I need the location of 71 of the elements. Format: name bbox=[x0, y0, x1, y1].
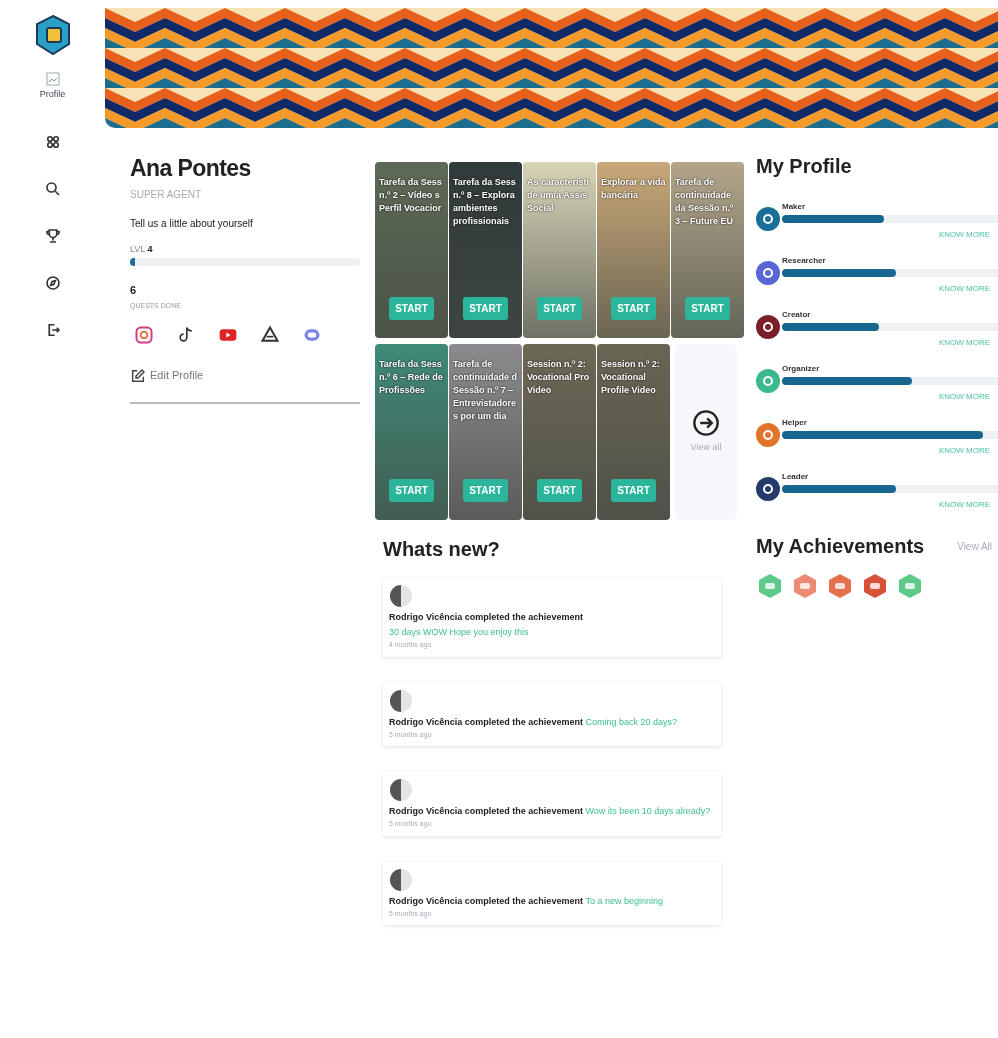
achievement-link[interactable]: 30 days WOW Hope you enjoy this bbox=[389, 627, 529, 637]
quest-card[interactable]: Explorar a vida bancária START bbox=[597, 162, 670, 338]
start-button[interactable]: START bbox=[537, 479, 582, 502]
start-button[interactable]: START bbox=[389, 297, 434, 320]
start-button[interactable]: START bbox=[611, 297, 656, 320]
logo-icon[interactable] bbox=[34, 14, 71, 58]
quest-title: Session n.º 2: Vocational Pro Video bbox=[527, 358, 591, 397]
quest-title: Explorar a vida bancária bbox=[601, 176, 666, 202]
start-button[interactable]: START bbox=[611, 479, 656, 502]
quest-title: As característi de um/a Assis Social bbox=[527, 176, 591, 215]
quest-card[interactable]: Tarefa de continuidade d Sessão n.º 7 – Entrevistadores por um dia START bbox=[449, 344, 522, 520]
arrow-right-icon bbox=[692, 409, 720, 438]
avatar-icon bbox=[389, 584, 413, 608]
know-more-link[interactable]: KNOW MORE bbox=[938, 445, 990, 457]
quest-title: Session n.º 2: Vocational Profile Video bbox=[601, 358, 661, 397]
trait-name: Leader bbox=[782, 471, 810, 483]
achievement-link[interactable]: To a new beginning bbox=[585, 895, 663, 906]
profile-nav-link[interactable]: Profile bbox=[39, 88, 66, 102]
avatar-icon bbox=[389, 867, 413, 892]
achievement-link[interactable]: Coming back 20 days? bbox=[585, 716, 677, 727]
edit-icon bbox=[130, 367, 146, 384]
quest-card[interactable]: Tarefa de continuidade da Sessão n.º 3 – Future EU START bbox=[671, 162, 744, 338]
bio-prompt[interactable]: Tell us a little about yourself bbox=[130, 215, 360, 231]
quest-card[interactable]: As característi de um/a Assis Social START bbox=[523, 162, 596, 338]
quest-title: Tarefa da Sess n.º 8 – Explora ambientes profissionais bbox=[453, 176, 517, 228]
view-all-label: View all bbox=[690, 441, 722, 455]
start-button[interactable]: START bbox=[463, 479, 508, 502]
achievement-badge[interactable] bbox=[828, 573, 852, 599]
quest-title: Tarefa da Sess n.º 2 – Vídeo s Perfil Vocacior bbox=[379, 176, 443, 215]
achievement-link[interactable]: Wow its been 10 days already? bbox=[585, 806, 711, 816]
trait-name: Helper bbox=[782, 417, 808, 429]
start-button[interactable]: START bbox=[685, 297, 730, 320]
user-name: Ana Pontes bbox=[130, 154, 252, 183]
avatar-icon bbox=[389, 778, 413, 802]
broken-image-icon bbox=[45, 72, 60, 86]
achievements-title: My Achievements bbox=[756, 534, 925, 559]
trait-name: Creator bbox=[782, 309, 812, 321]
profile-title: My Profile bbox=[756, 154, 853, 179]
know-more-link[interactable]: KNOW MORE bbox=[938, 337, 990, 349]
quest-card[interactable]: Session n.º 2: Vocational Pro Video START bbox=[523, 344, 596, 520]
know-more-link[interactable]: KNOW MORE bbox=[938, 499, 990, 511]
know-more-link[interactable]: KNOW MORE bbox=[938, 283, 990, 295]
view-all-card[interactable]: View all bbox=[675, 344, 737, 520]
quest-title: Tarefa de continuidade d Sessão n.º 7 – Entrevistadores por um dia bbox=[453, 358, 518, 423]
know-more-link[interactable]: KNOW MORE bbox=[938, 229, 990, 241]
trait-name: Researcher bbox=[782, 255, 827, 267]
activity-text: Rodrigo Vicência completed the achievement 30 days WOW Hope you enjoy this bbox=[389, 611, 584, 639]
start-button[interactable]: START bbox=[463, 297, 508, 320]
quest-title: Tarefa da Sess n.º 6 – Rede de Profissões bbox=[379, 358, 444, 397]
feed-title: Whats new? bbox=[383, 537, 501, 562]
quest-card[interactable]: Session n.º 2: Vocational Profile Video START bbox=[597, 344, 670, 520]
trait-name: Maker bbox=[782, 201, 807, 213]
quest-title: Tarefa de continuidade da Sessão n.º 3 – Future EU bbox=[675, 176, 735, 228]
quest-card[interactable]: Tarefa da Sess n.º 6 – Rede de Profissões START bbox=[375, 344, 448, 520]
level-label: LVL 4 bbox=[130, 242, 154, 256]
instagram-icon[interactable] bbox=[134, 325, 154, 346]
avatar-icon bbox=[389, 688, 413, 713]
start-button[interactable]: START bbox=[537, 297, 582, 320]
trait-name: Organizer bbox=[782, 363, 821, 375]
start-button[interactable]: START bbox=[389, 479, 434, 502]
quests-count: 6 bbox=[130, 283, 138, 299]
quest-card[interactable]: Tarefa da Sess n.º 2 – Vídeo s Perfil Vocacior START bbox=[375, 162, 448, 338]
achievement-badge[interactable] bbox=[863, 573, 887, 599]
know-more-link[interactable]: KNOW MORE bbox=[938, 391, 990, 403]
edit-profile-link[interactable]: Edit Profile bbox=[150, 367, 204, 384]
view-all-link[interactable]: View All bbox=[957, 538, 992, 554]
quest-card[interactable]: Tarefa da Sess n.º 8 – Explora ambientes profissionais START bbox=[449, 162, 522, 338]
activity-text: Rodrigo Vicência completed the achievement Coming back 20 days? bbox=[389, 715, 678, 729]
activity-text: Rodrigo Vicência completed the achievement Wow its been 10 days already? bbox=[389, 805, 712, 818]
user-rank: SUPER AGENT bbox=[130, 187, 203, 202]
activity-text: Rodrigo Vicência completed the achievement To a new beginning bbox=[389, 894, 664, 908]
